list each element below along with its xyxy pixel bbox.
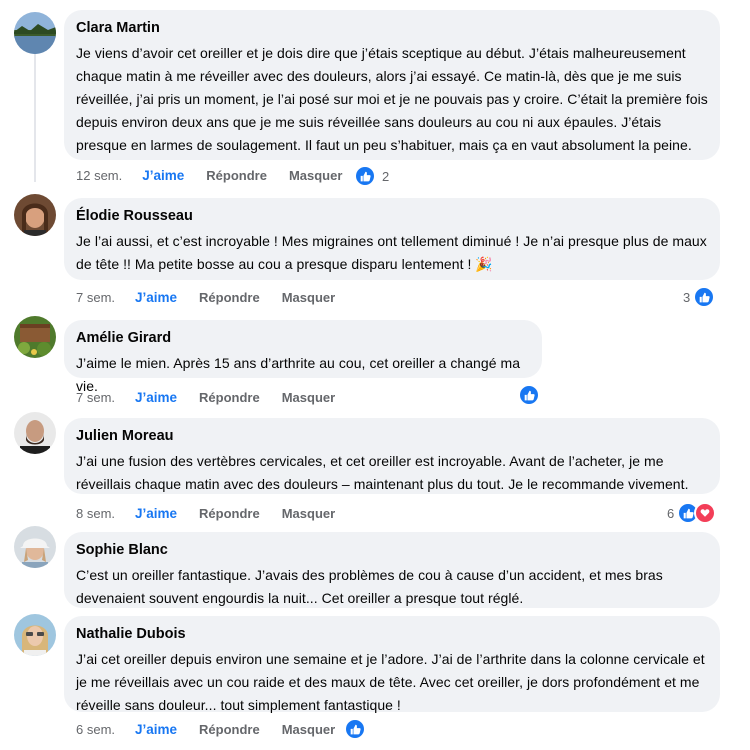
reply-button[interactable]: Répondre [199, 722, 260, 737]
woman-avatar-icon [14, 194, 56, 236]
like-button[interactable]: J’aime [135, 290, 177, 305]
reaction-count: 2 [382, 168, 390, 184]
comment-actions: 12 sem. J’aime Répondre Masquer [76, 168, 342, 183]
comment-actions: 6 sem. J’aime Répondre Masquer [76, 722, 335, 737]
like-button[interactable]: J’aime [135, 722, 177, 737]
comment-bubble: Julien Moreau J’ai une fusion des vertèb… [64, 418, 720, 494]
man-avatar-icon [14, 412, 56, 454]
woman-cap-avatar-icon [14, 526, 56, 568]
thumbs-up-icon [354, 165, 376, 187]
avatar[interactable] [14, 412, 56, 454]
avatar[interactable] [14, 526, 56, 568]
comment-text: J’ai cet oreiller depuis environ une sem… [76, 651, 705, 713]
avatar[interactable] [14, 614, 56, 656]
avatar[interactable] [14, 12, 56, 54]
comment-text: C’est un oreiller fantastique. J’avais d… [76, 567, 663, 606]
reaction-count: 3 [683, 289, 691, 305]
comment-text: Je viens d’avoir cet oreiller et je dois… [76, 45, 708, 153]
thumbs-up-icon [693, 286, 716, 308]
thumbs-up-icon [518, 384, 540, 406]
hide-button[interactable]: Masquer [289, 168, 342, 183]
comment-actions: 8 sem. J’aime Répondre Masquer [76, 506, 335, 521]
hide-button[interactable]: Masquer [282, 290, 335, 305]
comment-author[interactable]: Amélie Girard [76, 330, 530, 346]
comment-author[interactable]: Julien Moreau [76, 428, 708, 444]
comment-author[interactable]: Sophie Blanc [76, 542, 708, 558]
comment-actions: 7 sem. J’aime Répondre Masquer [76, 290, 335, 305]
comment-time[interactable]: 6 sem. [76, 722, 115, 737]
comment-time[interactable]: 8 sem. [76, 506, 115, 521]
like-button[interactable]: J’aime [135, 390, 177, 405]
comment-time[interactable]: 7 sem. [76, 290, 115, 305]
heart-icon [694, 502, 717, 524]
comment-bubble: Sophie Blanc C’est un oreiller fantastiq… [64, 532, 720, 608]
comment-text: J’ai une fusion des vertèbres cervicales… [76, 453, 689, 492]
woman-blonde-avatar-icon [14, 614, 56, 656]
reply-thread-line [34, 52, 36, 182]
hide-button[interactable]: Masquer [282, 390, 335, 405]
reactions-summary[interactable]: 2 [354, 165, 392, 187]
like-button[interactable]: J’aime [135, 506, 177, 521]
comment-time[interactable]: 7 sem. [76, 390, 115, 405]
reply-button[interactable]: Répondre [199, 290, 260, 305]
comment-author[interactable]: Clara Martin [76, 20, 708, 36]
reaction-count: 6 [667, 505, 675, 521]
like-button[interactable]: J’aime [142, 168, 184, 183]
reactions-summary[interactable] [344, 718, 366, 740]
reply-button[interactable]: Répondre [199, 506, 260, 521]
comment-bubble: Élodie Rousseau Je l’ai aussi, et c’est … [64, 198, 720, 280]
comment-actions: 7 sem. J’aime Répondre Masquer [76, 390, 335, 405]
comment-bubble: Nathalie Dubois J’ai cet oreiller depuis… [64, 616, 720, 713]
thumbs-up-icon [344, 718, 366, 740]
comment-time[interactable]: 12 sem. [76, 168, 122, 183]
reactions-summary[interactable]: 6 [664, 502, 717, 524]
landscape-avatar-icon [14, 12, 56, 54]
comment-author[interactable]: Élodie Rousseau [76, 208, 708, 224]
comment-bubble: Amélie Girard J’aime le mien. Après 15 a… [64, 320, 542, 394]
comment-author[interactable]: Nathalie Dubois [76, 626, 708, 642]
avatar[interactable] [14, 194, 56, 236]
reactions-summary[interactable] [518, 384, 540, 406]
hide-button[interactable]: Masquer [282, 722, 335, 737]
comment-text: Je l’ai aussi, et c’est incroyable ! Mes… [76, 233, 707, 272]
comment-bubble: Clara Martin Je viens d’avoir cet oreill… [64, 10, 720, 160]
reply-button[interactable]: Répondre [206, 168, 267, 183]
reactions-summary[interactable]: 3 [680, 286, 716, 308]
hide-button[interactable]: Masquer [282, 506, 335, 521]
reply-button[interactable]: Répondre [199, 390, 260, 405]
garden-avatar-icon [14, 316, 56, 358]
avatar[interactable] [14, 316, 56, 358]
